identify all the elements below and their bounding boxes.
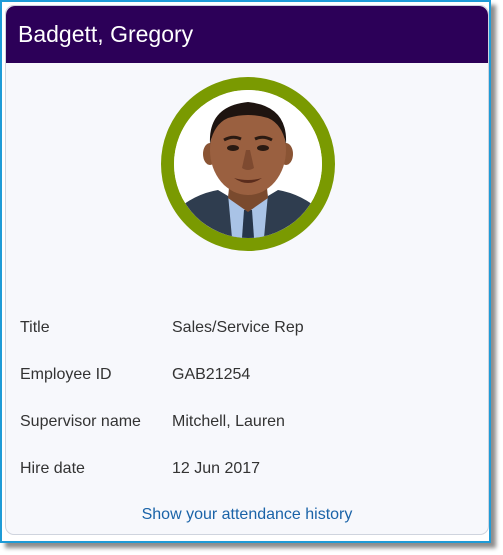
detail-value: GAB21254 xyxy=(172,366,251,383)
employee-name: Badgett, Gregory xyxy=(18,21,194,47)
window-frame: Badgett, Gregory Title Sales/Service Rep… xyxy=(0,0,491,543)
employee-photo xyxy=(174,90,322,238)
detail-value: Sales/Service Rep xyxy=(172,319,304,336)
detail-label: Hire date xyxy=(20,460,85,477)
detail-label: Supervisor name xyxy=(20,413,141,430)
detail-row-employee-id: Employee ID GAB21254 xyxy=(6,364,488,388)
attendance-history-link[interactable]: Show your attendance history xyxy=(6,504,488,526)
card-header: Badgett, Gregory xyxy=(6,6,488,63)
detail-label: Employee ID xyxy=(20,366,112,383)
avatar xyxy=(161,77,335,251)
employee-card: Badgett, Gregory Title Sales/Service Rep… xyxy=(5,5,489,535)
detail-row-title: Title Sales/Service Rep xyxy=(6,317,488,341)
detail-label: Title xyxy=(20,319,50,336)
detail-row-hire-date: Hire date 12 Jun 2017 xyxy=(6,458,488,482)
detail-value: Mitchell, Lauren xyxy=(172,413,285,430)
detail-row-supervisor: Supervisor name Mitchell, Lauren xyxy=(6,411,488,435)
detail-value: 12 Jun 2017 xyxy=(172,460,261,477)
